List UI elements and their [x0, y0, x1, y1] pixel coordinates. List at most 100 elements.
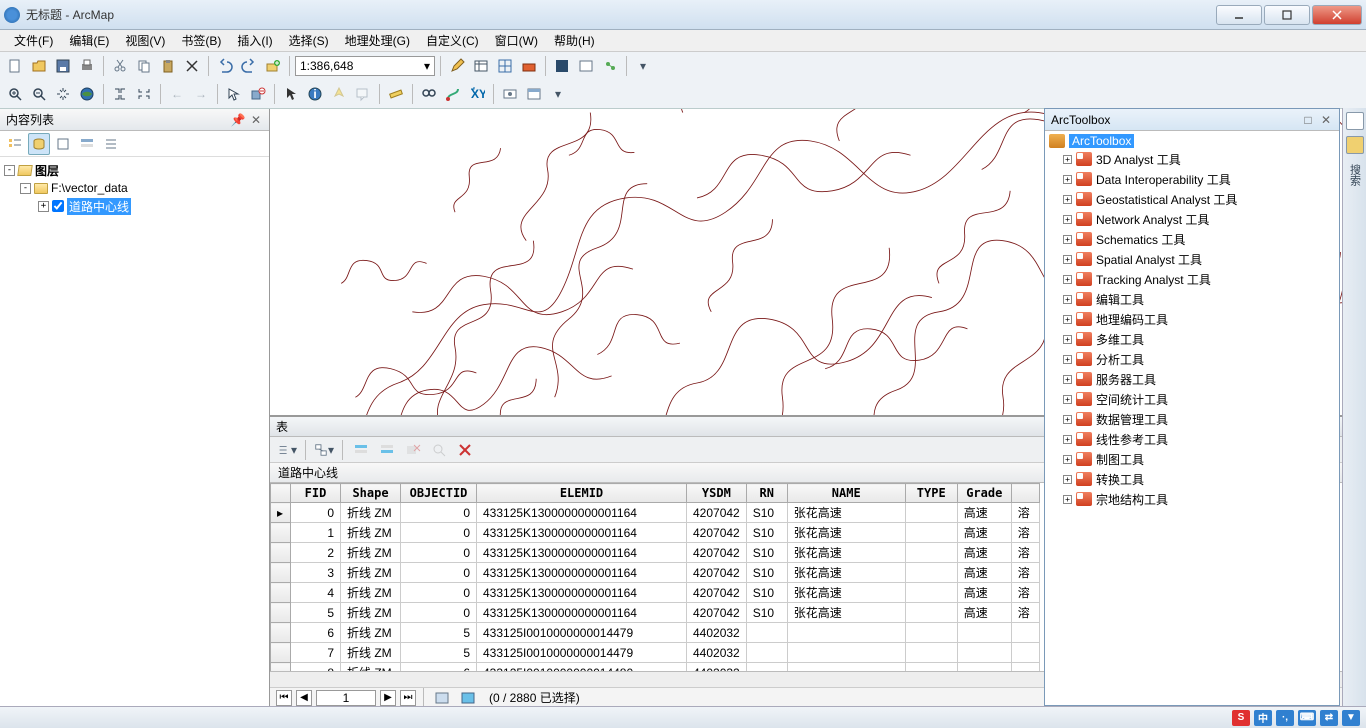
nav-first-icon[interactable]: ⏮	[276, 690, 292, 706]
grid-cell[interactable]: 4207042	[687, 583, 747, 603]
toolbox-item[interactable]: +多维工具	[1047, 329, 1337, 349]
grid-cell[interactable]: S10	[746, 603, 787, 623]
table-options-icon[interactable]: ▾	[276, 439, 298, 461]
expand-icon[interactable]: +	[1063, 175, 1072, 184]
expand-icon[interactable]: +	[1063, 475, 1072, 484]
nav-position-input[interactable]	[316, 690, 376, 706]
menu-item[interactable]: 帮助(H)	[546, 30, 603, 51]
expand-icon[interactable]: +	[1063, 355, 1072, 364]
select-features-icon[interactable]	[223, 83, 245, 105]
tree-collapse-icon[interactable]: -	[4, 165, 15, 176]
add-data-icon[interactable]	[262, 55, 284, 77]
col-header[interactable]: NAME	[787, 484, 905, 503]
grid-cell[interactable]	[905, 523, 957, 543]
grid-cell[interactable]: 0	[401, 563, 477, 583]
expand-icon[interactable]: +	[1063, 295, 1072, 304]
grid-cell[interactable]: 折线 ZM	[341, 603, 401, 623]
toolbox-item[interactable]: +编辑工具	[1047, 289, 1337, 309]
find-route-icon[interactable]	[442, 83, 464, 105]
toolbox-root-label[interactable]: ArcToolbox	[1069, 134, 1134, 148]
model-icon[interactable]	[575, 55, 597, 77]
col-header[interactable]: OBJECTID	[401, 484, 477, 503]
goto-xy-icon[interactable]: XY	[466, 83, 488, 105]
list-by-source-icon[interactable]	[28, 133, 50, 155]
menu-item[interactable]: 插入(I)	[229, 30, 280, 51]
col-header[interactable]	[1011, 484, 1039, 503]
related-tables-icon[interactable]: ▾	[313, 439, 335, 461]
status-tray-icon[interactable]: ▼	[1342, 710, 1360, 726]
col-header[interactable]: YSDM	[687, 484, 747, 503]
menu-item[interactable]: 窗口(W)	[487, 30, 546, 51]
grid-cell[interactable]	[905, 623, 957, 643]
toolbox-item[interactable]: +Spatial Analyst 工具	[1047, 249, 1337, 269]
status-tray-icon[interactable]: ⇄	[1320, 710, 1338, 726]
new-doc-icon[interactable]	[4, 55, 26, 77]
grid-cell[interactable]: S10	[746, 523, 787, 543]
grid-cell[interactable]: 4402032	[687, 663, 747, 672]
grid-cell[interactable]: 5	[401, 643, 477, 663]
toolbox-item[interactable]: +转换工具	[1047, 469, 1337, 489]
grid-cell[interactable]: 3	[291, 563, 341, 583]
row-selector[interactable]	[271, 603, 291, 623]
status-tray-icon[interactable]: ·,	[1276, 710, 1294, 726]
grid-cell[interactable]	[905, 583, 957, 603]
full-extent-icon[interactable]	[76, 83, 98, 105]
grid-cell[interactable]	[957, 623, 1011, 643]
grid-cell[interactable]	[746, 623, 787, 643]
menu-item[interactable]: 选择(S)	[281, 30, 337, 51]
tree-layer[interactable]: 道路中心线	[67, 198, 131, 215]
grid-cell[interactable]: 4207042	[687, 543, 747, 563]
toolbox-item[interactable]: +Schematics 工具	[1047, 229, 1337, 249]
python-icon[interactable]	[551, 55, 573, 77]
col-header[interactable]: ELEMID	[477, 484, 687, 503]
grid-cell[interactable]: 溶	[1011, 503, 1039, 523]
expand-icon[interactable]: +	[1063, 215, 1072, 224]
expand-icon[interactable]: +	[1063, 395, 1072, 404]
grid-cell[interactable]: 433125I0010000000014480	[477, 663, 687, 672]
grid-cell[interactable]: 溶	[1011, 563, 1039, 583]
html-popup-icon[interactable]	[352, 83, 374, 105]
print-icon[interactable]	[76, 55, 98, 77]
pin-icon[interactable]: 📌	[231, 113, 245, 127]
col-header[interactable]: TYPE	[905, 484, 957, 503]
grid-cell[interactable]: S10	[746, 503, 787, 523]
col-header[interactable]: Shape	[341, 484, 401, 503]
viewer-window-icon[interactable]	[523, 83, 545, 105]
expand-icon[interactable]: +	[1063, 275, 1072, 284]
delete-sel-icon[interactable]	[454, 439, 476, 461]
col-header[interactable]: Grade	[957, 484, 1011, 503]
delete-icon[interactable]	[181, 55, 203, 77]
toolbox-item[interactable]: +3D Analyst 工具	[1047, 149, 1337, 169]
table-tab[interactable]: 道路中心线	[278, 464, 338, 481]
toolbox-item[interactable]: +数据管理工具	[1047, 409, 1337, 429]
grid-cell[interactable]: 折线 ZM	[341, 623, 401, 643]
grid-cell[interactable]: 张花高速	[787, 543, 905, 563]
grid-cell[interactable]: 高速	[957, 523, 1011, 543]
cut-icon[interactable]	[109, 55, 131, 77]
paste-icon[interactable]	[157, 55, 179, 77]
pan-icon[interactable]	[52, 83, 74, 105]
toc-tree[interactable]: - 图层 - F:\vector_data + 道路中心线	[0, 157, 269, 707]
grid-cell[interactable]: 溶	[1011, 523, 1039, 543]
expand-icon[interactable]: +	[1063, 335, 1072, 344]
grid-cell[interactable]: 433125K1300000000001164	[477, 603, 687, 623]
fixed-zoom-in-icon[interactable]	[109, 83, 131, 105]
grid-cell[interactable]: 高速	[957, 603, 1011, 623]
grid-cell[interactable]: 折线 ZM	[341, 503, 401, 523]
grid-cell[interactable]: 5	[401, 623, 477, 643]
row-selector[interactable]	[271, 663, 291, 672]
grid-cell[interactable]: 张花高速	[787, 523, 905, 543]
row-selector[interactable]	[271, 583, 291, 603]
expand-icon[interactable]: +	[1063, 455, 1072, 464]
search-tab-icon[interactable]	[1346, 136, 1364, 154]
expand-icon[interactable]: +	[1063, 375, 1072, 384]
dropdown2-icon[interactable]: ▾	[547, 83, 569, 105]
grid-cell[interactable]: 溶	[1011, 583, 1039, 603]
menu-item[interactable]: 地理处理(G)	[337, 30, 418, 51]
nav-last-icon[interactable]: ⏭	[400, 690, 416, 706]
expand-icon[interactable]: +	[1063, 255, 1072, 264]
find-icon[interactable]	[418, 83, 440, 105]
clear-sel-icon[interactable]	[402, 439, 424, 461]
toolbox-item[interactable]: +线性参考工具	[1047, 429, 1337, 449]
menu-item[interactable]: 编辑(E)	[61, 30, 117, 51]
